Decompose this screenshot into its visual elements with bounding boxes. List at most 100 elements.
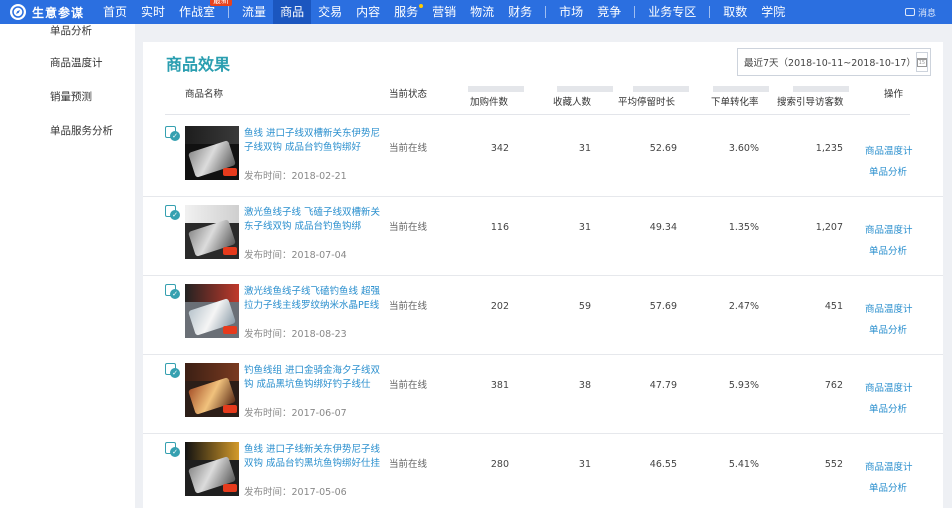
- conversion-rate: 5.41%: [728, 459, 759, 470]
- status-cell: 当前在线: [389, 301, 428, 312]
- product-title-link[interactable]: 激光线鱼线子线飞磕钓鱼线 超强拉力子线主线罗纹纳米水晶PE线: [244, 285, 382, 313]
- notification-dot: [419, 4, 424, 8]
- thermometer-link[interactable]: 商品温度计: [865, 380, 913, 394]
- product-thumbnail[interactable]: [185, 442, 239, 496]
- col-header-name: 商品名称: [185, 89, 224, 100]
- nav-marketing[interactable]: 营销: [425, 0, 463, 24]
- nav-finance[interactable]: 财务: [501, 0, 539, 24]
- nav-trade[interactable]: 交易: [311, 0, 349, 24]
- col-header-cart[interactable]: 加购件数: [470, 94, 508, 108]
- select-checkbox[interactable]: ✓: [165, 442, 180, 457]
- analysis-link[interactable]: 单品分析: [869, 322, 907, 336]
- col-header-conv[interactable]: 下单转化率: [711, 94, 759, 108]
- fav-count: 31: [578, 143, 591, 154]
- sidebar-item-sales-forecast[interactable]: 销量预测: [0, 80, 135, 114]
- product-effect-panel: 商品效果 最近7天（2018-10-11~2018-10-17） 15 商品名称…: [143, 42, 943, 508]
- date-range-picker[interactable]: 最近7天（2018-10-11~2018-10-17） 15: [737, 48, 931, 76]
- nav-service[interactable]: 服务: [387, 0, 425, 24]
- sidebar: 单品分析 商品温度计 销量预测 单品服务分析: [0, 24, 135, 508]
- col-header-status: 当前状态: [389, 89, 428, 100]
- product-thumbnail[interactable]: [185, 284, 239, 338]
- product-title-link[interactable]: 激光鱼线子线 飞磕子线双槽新关东子线双钩 成品台钓鱼钩绑: [244, 206, 382, 234]
- messages-label: 消息: [917, 8, 936, 19]
- messages-button[interactable]: 消息: [904, 0, 936, 24]
- cart-count: 202: [490, 301, 509, 312]
- col-header-search[interactable]: 搜索引导访客数: [777, 94, 844, 108]
- col-header-fav[interactable]: 收藏人数: [553, 94, 591, 108]
- top-nav-bar: 生意参谋 首页 实时 作战室 最新 流量 商品 交易 内容 服务 营销 物流 财务…: [0, 0, 952, 24]
- conversion-rate: 5.93%: [728, 380, 759, 391]
- col-header-stay[interactable]: 平均停留时长: [618, 94, 675, 108]
- header-strip: [633, 86, 689, 92]
- select-checkbox[interactable]: ✓: [165, 126, 180, 141]
- fav-count: 38: [578, 380, 591, 391]
- thumbnail-price-tag: [223, 484, 237, 492]
- nav-war-room[interactable]: 作战室 最新: [172, 0, 233, 24]
- nav-realtime[interactable]: 实时: [134, 0, 172, 24]
- nav-divider: [709, 6, 711, 18]
- avg-stay: 49.34: [649, 222, 677, 233]
- fav-count: 31: [578, 459, 591, 470]
- conversion-rate: 1.35%: [728, 222, 759, 233]
- product-title-link[interactable]: 鱼线 进口子线新关东伊势尼子线双钩 成品台钓黑坑鱼钩绑好仕挂: [244, 443, 382, 471]
- avg-stay: 47.79: [649, 380, 677, 391]
- table-row: ✓ 鱼线 进口子线新关东伊势尼子线双钩 成品台钓黑坑鱼钩绑好仕挂 发布时间：20…: [143, 434, 943, 508]
- nav-data-fetch[interactable]: 取数: [716, 0, 754, 24]
- date-range-text: 最近7天（2018-10-11~2018-10-17）: [744, 58, 916, 69]
- envelope-icon: [904, 8, 915, 16]
- product-thumbnail[interactable]: [185, 205, 239, 259]
- thermometer-link[interactable]: 商品温度计: [865, 222, 913, 236]
- nav-divider: [634, 6, 636, 18]
- analysis-link[interactable]: 单品分析: [869, 401, 907, 415]
- conversion-rate: 2.47%: [728, 301, 759, 312]
- publish-date: 发布时间：2017-05-06: [244, 487, 347, 498]
- select-checkbox[interactable]: ✓: [165, 284, 180, 299]
- product-title-link[interactable]: 钓鱼线组 进口金骑金海夕子线双钩 成品黑坑鱼钩绑好钓子线仕: [244, 364, 382, 392]
- col-header-ops: 操作: [884, 89, 904, 100]
- analysis-link[interactable]: 单品分析: [869, 164, 907, 178]
- checkmark-icon: ✓: [170, 447, 180, 457]
- calendar-button[interactable]: 15: [915, 52, 928, 72]
- search-visitors: 762: [824, 380, 843, 391]
- publish-date: 发布时间：2018-02-21: [244, 171, 347, 182]
- table-row: ✓ 钓鱼线组 进口金骑金海夕子线双钩 成品黑坑鱼钩绑好钓子线仕 发布时间：201…: [143, 355, 943, 434]
- status-cell: 当前在线: [389, 459, 428, 470]
- table-header: 商品名称 当前状态 加购件数 收藏人数 平均停留时长 下单转化率 搜索引导访客数…: [143, 86, 943, 114]
- thumbnail-banner: [185, 284, 239, 302]
- table-row: ✓ 激光鱼线子线 飞磕子线双槽新关东子线双钩 成品台钓鱼钩绑 发布时间：2018…: [143, 197, 943, 276]
- product-thumbnail[interactable]: [185, 363, 239, 417]
- sidebar-item-product-thermometer[interactable]: 商品温度计: [0, 46, 135, 80]
- header-divider: [165, 114, 910, 115]
- nav-product[interactable]: 商品: [273, 0, 312, 24]
- cart-count: 381: [490, 380, 509, 391]
- sidebar-item-product-analysis[interactable]: 单品分析: [0, 16, 135, 46]
- sidebar-item-service-analysis[interactable]: 单品服务分析: [0, 114, 135, 148]
- analysis-link[interactable]: 单品分析: [869, 480, 907, 494]
- select-checkbox[interactable]: ✓: [165, 205, 180, 220]
- nav-market[interactable]: 市场: [552, 0, 590, 24]
- header-strip: [713, 86, 769, 92]
- checkmark-icon: ✓: [170, 368, 180, 378]
- table-row: ✓ 鱼线 进口子线双槽新关东伊势尼子线双钩 成品台钓鱼钩绑好 发布时间：2018…: [143, 118, 943, 197]
- header-strip: [468, 86, 524, 92]
- fav-count: 59: [578, 301, 591, 312]
- thermometer-link[interactable]: 商品温度计: [865, 459, 913, 473]
- nav-logistics[interactable]: 物流: [463, 0, 501, 24]
- nav-competition[interactable]: 竞争: [590, 0, 628, 24]
- checkmark-icon: ✓: [170, 289, 180, 299]
- nav-business-zone[interactable]: 业务专区: [641, 0, 703, 24]
- thumbnail-banner: [185, 126, 239, 144]
- product-thumbnail[interactable]: [185, 126, 239, 180]
- thermometer-link[interactable]: 商品温度计: [865, 143, 913, 157]
- analysis-link[interactable]: 单品分析: [869, 243, 907, 257]
- checkmark-icon: ✓: [170, 131, 180, 141]
- product-title-link[interactable]: 鱼线 进口子线双槽新关东伊势尼子线双钩 成品台钓鱼钩绑好: [244, 127, 382, 155]
- nav-academy[interactable]: 学院: [754, 0, 792, 24]
- nav-traffic[interactable]: 流量: [235, 0, 273, 24]
- cart-count: 280: [490, 459, 509, 470]
- cart-count: 342: [490, 143, 509, 154]
- main-nav: 首页 实时 作战室 最新 流量 商品 交易 内容 服务 营销 物流 财务 市场 竞…: [96, 0, 792, 24]
- nav-content[interactable]: 内容: [349, 0, 387, 24]
- thermometer-link[interactable]: 商品温度计: [865, 301, 913, 315]
- select-checkbox[interactable]: ✓: [165, 363, 180, 378]
